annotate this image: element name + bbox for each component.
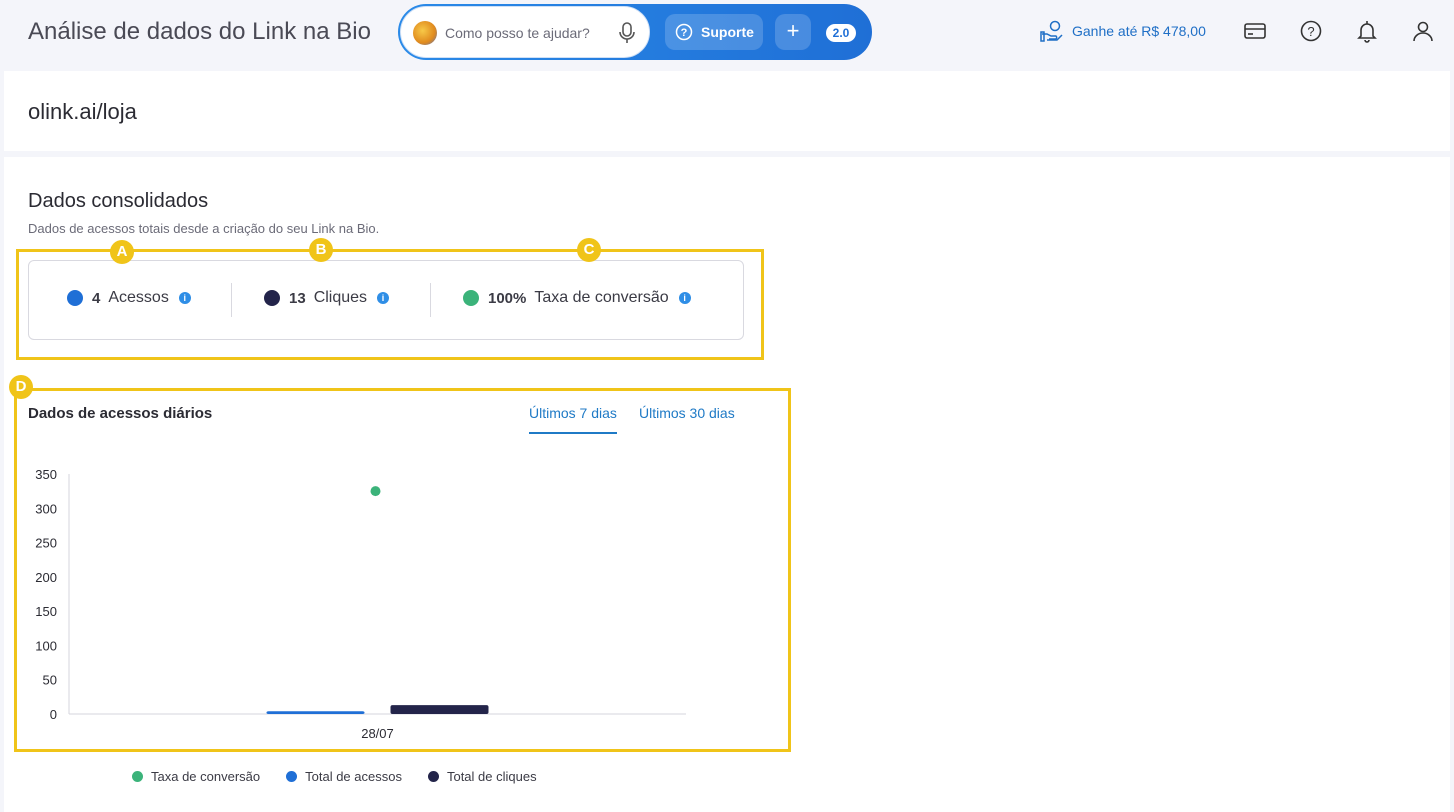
svg-text:?: ? — [681, 27, 688, 39]
add-button[interactable]: + — [775, 14, 811, 50]
assistant-bar: Como posso te ajudar? ? Suporte + 2.0 — [398, 4, 872, 60]
bell-icon[interactable] — [1354, 18, 1380, 44]
card-icon[interactable] — [1242, 18, 1268, 44]
version-badge: 2.0 — [826, 24, 856, 42]
hand-coin-icon — [1040, 20, 1063, 42]
annotation-label-b: B — [309, 238, 333, 262]
legend-conversion-dot — [132, 771, 143, 782]
help-circle-icon: ? — [675, 23, 693, 41]
chart-legend: Taxa de conversão Total de acessos Total… — [132, 769, 537, 784]
page-title: Análise de dados do Link na Bio — [28, 18, 371, 45]
assistant-input[interactable]: Como posso te ajudar? — [400, 6, 650, 58]
legend-accesses[interactable]: Total de acessos — [286, 769, 402, 784]
annotation-box-daily — [14, 388, 791, 752]
user-icon[interactable] — [1410, 18, 1436, 44]
consolidated-title: Dados consolidados — [28, 190, 209, 212]
annotation-box-stats — [16, 249, 764, 360]
annotation-label-c: C — [577, 238, 601, 262]
earn-label: Ganhe até R$ 478,00 — [1072, 23, 1206, 39]
annotation-label-a: A — [110, 240, 134, 264]
top-header: Análise de dados do Link na Bio Como pos… — [0, 0, 1454, 66]
annotation-label-d: D — [9, 375, 33, 399]
legend-clicks[interactable]: Total de cliques — [427, 769, 537, 784]
link-url: olink.ai/loja — [28, 99, 137, 124]
assistant-placeholder: Como posso te ajudar? — [445, 25, 590, 41]
legend-conversion[interactable]: Taxa de conversão — [132, 769, 260, 784]
link-panel: olink.ai/loja — [4, 71, 1450, 151]
assistant-avatar-icon — [413, 21, 437, 45]
legend-accesses-label: Total de acessos — [305, 769, 402, 784]
legend-clicks-dot — [427, 771, 439, 782]
help-icon[interactable]: ? — [1298, 18, 1324, 44]
microphone-icon[interactable] — [617, 22, 637, 44]
legend-conversion-label: Taxa de conversão — [151, 769, 261, 784]
svg-text:?: ? — [1307, 24, 1314, 39]
consolidated-subtitle: Dados de acessos totais desde a criação … — [28, 221, 380, 236]
earn-link[interactable]: Ganhe até R$ 478,00 — [1040, 20, 1206, 42]
legend-clicks-label: Total de cliques — [446, 769, 537, 784]
support-button[interactable]: ? Suporte — [665, 14, 763, 50]
legend-accesses-dot — [286, 771, 298, 782]
support-label: Suporte — [701, 24, 754, 40]
